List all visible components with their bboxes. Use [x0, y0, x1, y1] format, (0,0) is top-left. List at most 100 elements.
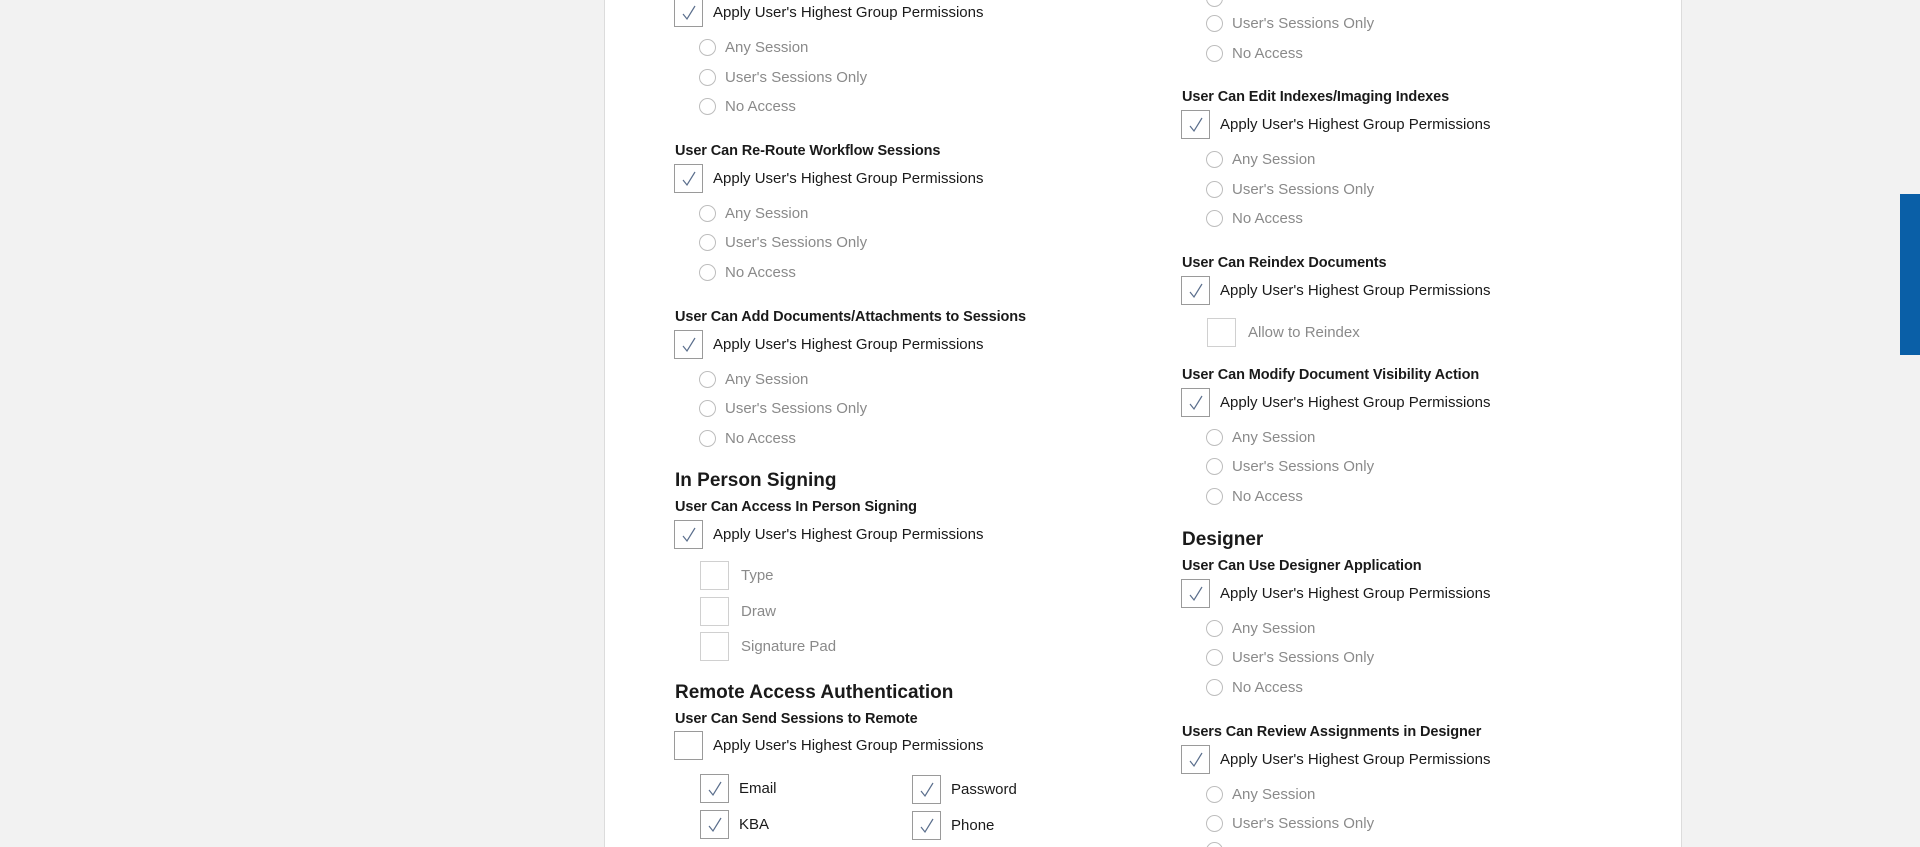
checkbox-label: Apply User's Highest Group Permissions — [713, 526, 984, 543]
radio-no-access[interactable]: No Access — [699, 264, 796, 281]
radio-no-access[interactable]: No Access — [1206, 45, 1303, 62]
radio-no-access[interactable]: No Access — [1206, 679, 1303, 696]
radio-button[interactable] — [1206, 842, 1223, 847]
radio-no-access[interactable]: No Access — [1206, 488, 1303, 505]
scrollbar-thumb[interactable] — [1900, 194, 1920, 355]
radio-any-session[interactable]: Any Session — [1206, 429, 1315, 446]
radio-label: No Access — [725, 264, 796, 281]
radio-button[interactable] — [1206, 181, 1223, 198]
draw-checkbox-row[interactable]: Draw — [700, 597, 776, 626]
unchecked-checkbox[interactable] — [700, 561, 729, 590]
radio-users-sessions-only[interactable]: User's Sessions Only — [1206, 181, 1374, 198]
radio-button[interactable] — [699, 371, 716, 388]
radio-users-sessions-only[interactable]: User's Sessions Only — [699, 69, 867, 86]
kba-checkbox-row[interactable]: KBA — [700, 810, 769, 839]
apply-group-permissions-checkbox-row[interactable]: Apply User's Highest Group Permissions — [1181, 276, 1490, 305]
apply-group-permissions-checkbox-row[interactable]: Apply User's Highest Group Permissions — [1181, 388, 1490, 417]
radio-no-access[interactable]: No Access — [699, 430, 796, 447]
unchecked-checkbox[interactable] — [700, 597, 729, 626]
signature-pad-checkbox-row[interactable]: Signature Pad — [700, 632, 836, 661]
radio-button[interactable] — [1206, 620, 1223, 637]
apply-group-permissions-checkbox-row[interactable]: Apply User's Highest Group Permissions — [1181, 745, 1490, 774]
checked-checkbox[interactable] — [674, 0, 703, 27]
checked-checkbox[interactable] — [700, 774, 729, 803]
permission-title: User Can Access In Person Signing — [675, 499, 917, 515]
radio-any-session[interactable]: Any Session — [1206, 151, 1315, 168]
unchecked-checkbox[interactable] — [1207, 318, 1236, 347]
radio-no-access[interactable]: No Access — [699, 98, 796, 115]
radio-button[interactable] — [699, 430, 716, 447]
radio-users-sessions-only[interactable]: User's Sessions Only — [699, 400, 867, 417]
checkbox-label: Allow to Reindex — [1248, 324, 1360, 341]
radio-button[interactable] — [699, 400, 716, 417]
radio-any-session[interactable]: Any Session — [699, 39, 808, 56]
checked-checkbox[interactable] — [700, 810, 729, 839]
apply-group-permissions-checkbox-row[interactable]: Apply User's Highest Group Permissions — [674, 0, 983, 27]
radio-label: User's Sessions Only — [1232, 458, 1375, 475]
section-heading: In Person Signing — [675, 470, 837, 491]
radio-no-access[interactable] — [1206, 842, 1223, 847]
email-checkbox-row[interactable]: Email — [700, 774, 777, 803]
permission-title: User Can Re-Route Workflow Sessions — [675, 143, 941, 159]
checked-checkbox[interactable] — [1181, 388, 1210, 417]
permission-title: User Can Use Designer Application — [1182, 558, 1422, 574]
radio-button[interactable] — [1206, 649, 1223, 666]
radio-button[interactable] — [1206, 458, 1223, 475]
type-checkbox-row[interactable]: Type — [700, 561, 774, 590]
permission-title: User Can Edit Indexes/Imaging Indexes — [1182, 89, 1450, 105]
radio-users-sessions-only[interactable]: User's Sessions Only — [1206, 649, 1374, 666]
radio-label: Any Session — [1232, 151, 1316, 168]
radio-users-sessions-only[interactable]: User's Sessions Only — [1206, 815, 1374, 832]
radio-any-session[interactable]: Any Session — [1206, 786, 1315, 803]
radio-any-session[interactable]: Any Session — [699, 205, 808, 222]
radio-button[interactable] — [1206, 210, 1223, 227]
radio-button[interactable] — [699, 39, 716, 56]
radio-users-sessions-only[interactable]: User's Sessions Only — [1206, 458, 1374, 475]
unchecked-checkbox[interactable] — [700, 632, 729, 661]
permission-title: User Can Add Documents/Attachments to Se… — [675, 309, 1026, 325]
apply-group-permissions-checkbox-row[interactable]: Apply User's Highest Group Permissions — [674, 330, 983, 359]
checked-checkbox[interactable] — [674, 520, 703, 549]
radio-button[interactable] — [1206, 151, 1223, 168]
radio-button[interactable] — [1206, 0, 1223, 7]
apply-group-permissions-checkbox-row[interactable]: Apply User's Highest Group Permissions — [1181, 110, 1490, 139]
apply-group-permissions-checkbox-row[interactable]: Apply User's Highest Group Permissions — [674, 520, 983, 549]
checkbox-label: Draw — [741, 603, 777, 620]
radio-label: User's Sessions Only — [725, 234, 868, 251]
apply-group-permissions-checkbox-row[interactable]: Apply User's Highest Group Permissions — [674, 731, 983, 760]
checked-checkbox[interactable] — [1181, 276, 1210, 305]
radio-button[interactable] — [699, 98, 716, 115]
apply-group-permissions-checkbox-row[interactable]: Apply User's Highest Group Permissions — [1181, 579, 1490, 608]
radio-any-session[interactable]: Any Session — [1206, 620, 1315, 637]
allow-reindex-checkbox-row[interactable]: Allow to Reindex — [1207, 318, 1360, 347]
checked-checkbox[interactable] — [674, 330, 703, 359]
checked-checkbox[interactable] — [674, 164, 703, 193]
radio-button[interactable] — [699, 69, 716, 86]
checked-checkbox[interactable] — [1181, 110, 1210, 139]
password-checkbox-row[interactable]: Password — [912, 775, 1017, 804]
radio-users-sessions-only[interactable]: User's Sessions Only — [1206, 15, 1374, 32]
radio-any-session[interactable] — [1206, 0, 1223, 7]
checkbox-label: Apply User's Highest Group Permissions — [1220, 585, 1491, 602]
radio-button[interactable] — [1206, 15, 1223, 32]
apply-group-permissions-checkbox-row[interactable]: Apply User's Highest Group Permissions — [674, 164, 983, 193]
radio-button[interactable] — [1206, 45, 1223, 62]
radio-button[interactable] — [1206, 429, 1223, 446]
radio-label: User's Sessions Only — [1232, 815, 1375, 832]
checked-checkbox[interactable] — [1181, 579, 1210, 608]
radio-button[interactable] — [1206, 679, 1223, 696]
phone-checkbox-row[interactable]: Phone — [912, 811, 994, 840]
unchecked-checkbox[interactable] — [674, 731, 703, 760]
radio-button[interactable] — [699, 205, 716, 222]
radio-button[interactable] — [1206, 786, 1223, 803]
checked-checkbox[interactable] — [1181, 745, 1210, 774]
radio-button[interactable] — [1206, 815, 1223, 832]
checked-checkbox[interactable] — [912, 775, 941, 804]
radio-users-sessions-only[interactable]: User's Sessions Only — [699, 234, 867, 251]
radio-button[interactable] — [699, 264, 716, 281]
radio-no-access[interactable]: No Access — [1206, 210, 1303, 227]
radio-button[interactable] — [699, 234, 716, 251]
radio-button[interactable] — [1206, 488, 1223, 505]
checked-checkbox[interactable] — [912, 811, 941, 840]
radio-any-session[interactable]: Any Session — [699, 371, 808, 388]
